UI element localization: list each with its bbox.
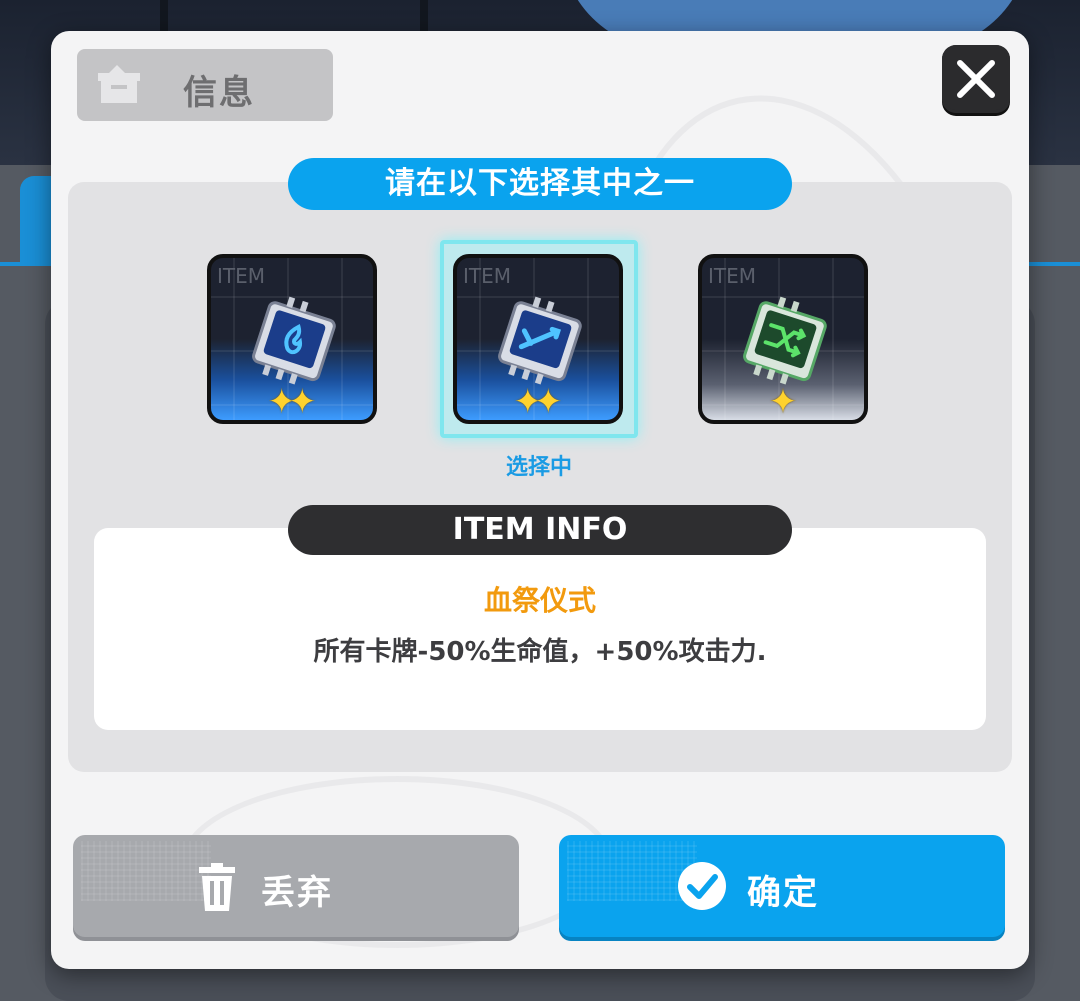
discard-label: 丢弃 — [261, 873, 333, 913]
item-label: ITEM — [217, 264, 266, 288]
item-card-1[interactable]: ITEM ✦✦ — [207, 254, 377, 424]
item-info-box — [94, 528, 986, 730]
item-description: 所有卡牌-50%生命值，+50%攻击力. — [313, 637, 767, 667]
trash-icon — [199, 863, 235, 911]
item-label: ITEM — [463, 264, 512, 288]
dialog-title-tag: 信息 — [77, 49, 333, 121]
star-icon: ✦ — [534, 382, 563, 422]
confirm-button[interactable]: 确定 — [559, 835, 1005, 937]
confirm-label: 确定 — [747, 873, 819, 913]
discard-button[interactable]: 丢弃 — [73, 835, 519, 937]
item-card-2[interactable]: ITEM ✦✦ — [453, 254, 623, 424]
selection-prompt: 请在以下选择其中之一 — [288, 158, 792, 210]
box-icon — [98, 65, 140, 103]
rarity-stars: ✦✦ — [211, 382, 373, 422]
selected-label: 选择中 — [505, 455, 572, 480]
star-icon: ✦ — [288, 382, 317, 422]
rarity-stars: ✦✦ — [457, 382, 619, 422]
rarity-stars: ✦ — [702, 382, 864, 422]
chip-sword-icon — [498, 296, 582, 385]
checkmark-icon — [678, 862, 726, 910]
item-card-3[interactable]: ITEM ✦ — [698, 254, 868, 424]
dialog-title: 信息 — [183, 73, 255, 113]
chip-shuffle-icon — [743, 296, 827, 385]
close-button[interactable] — [942, 45, 1010, 113]
item-label: ITEM — [708, 264, 757, 288]
item-info-header: ITEM INFO — [288, 505, 792, 555]
item-name: 血祭仪式 — [483, 584, 596, 617]
star-icon: ✦ — [768, 382, 798, 422]
button-texture — [81, 841, 211, 901]
item-select-dialog: 信息 请在以下选择其中之一 ITEM ✦✦ ITEM ✦✦ 选择中 ITEM ✦… — [51, 31, 1029, 969]
chip-flame-icon — [252, 296, 336, 385]
close-icon — [957, 60, 995, 98]
